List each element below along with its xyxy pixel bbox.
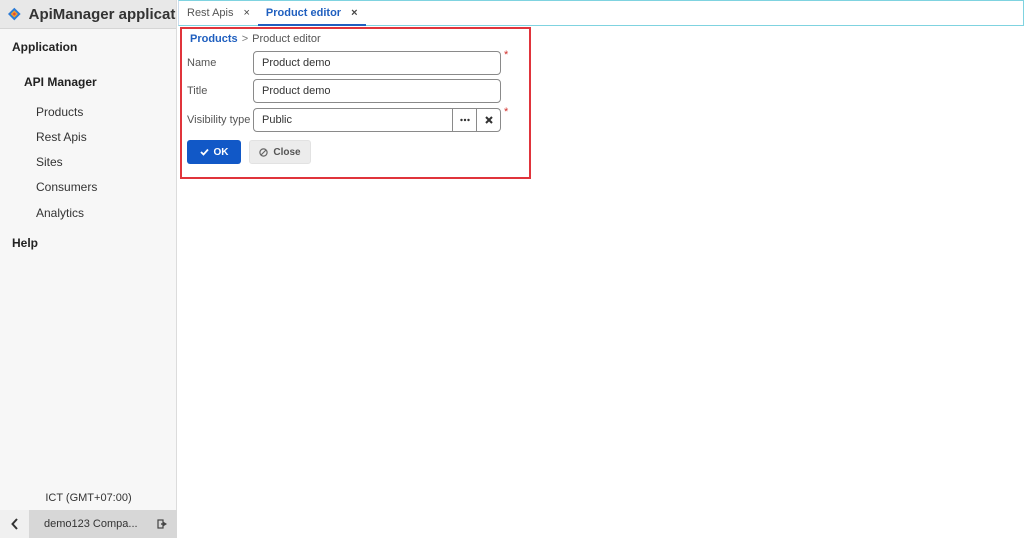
required-mark: * xyxy=(504,49,509,61)
ok-label: OK xyxy=(213,146,229,158)
visibility-type-field[interactable]: Public xyxy=(253,108,453,132)
browse-button[interactable] xyxy=(452,108,477,132)
nav-api-manager[interactable]: API Manager xyxy=(24,75,97,89)
app-header: ApiManager applicati... xyxy=(0,0,176,29)
title-label: Title xyxy=(187,85,208,97)
product-editor-form: Products>Product editor Name * Title Vis… xyxy=(180,27,531,179)
sidebar: ApiManager applicati... Application API … xyxy=(0,0,177,538)
check-icon xyxy=(199,148,209,156)
collapse-sidebar-button[interactable] xyxy=(0,510,29,538)
nav-help[interactable]: Help xyxy=(12,236,38,250)
user-name: demo123 Compa... xyxy=(44,518,138,530)
visibility-type-label: Visibility type xyxy=(187,114,251,126)
close-icon[interactable]: × xyxy=(243,7,249,19)
tab-label: Rest Apis xyxy=(187,7,234,19)
timezone-label: ICT (GMT+07:00) xyxy=(45,492,132,504)
breadcrumb-separator: > xyxy=(241,33,249,45)
name-field[interactable] xyxy=(253,51,501,75)
close-button[interactable]: Close xyxy=(249,140,311,164)
ban-icon xyxy=(259,147,269,157)
sidebar-item-consumers[interactable]: Consumers xyxy=(36,180,97,194)
breadcrumb-current: Product editor xyxy=(252,33,321,45)
sidebar-item-sites[interactable]: Sites xyxy=(36,155,63,169)
sidebar-footer: demo123 Compa... xyxy=(0,510,177,538)
tab-label: Product editor xyxy=(265,7,342,19)
close-label: Close xyxy=(273,146,301,158)
breadcrumb-products-link[interactable]: Products xyxy=(190,33,238,45)
sidebar-item-products[interactable]: Products xyxy=(36,105,83,119)
clear-icon xyxy=(484,116,493,124)
title-field[interactable] xyxy=(253,79,501,103)
tab-product-editor[interactable]: Product editor × xyxy=(257,1,366,26)
sidebar-item-analytics[interactable]: Analytics xyxy=(36,206,84,220)
chevron-left-icon xyxy=(10,518,18,530)
tab-bar: Rest Apis × Product editor × xyxy=(178,0,1024,26)
required-mark: * xyxy=(504,106,509,118)
clear-button[interactable] xyxy=(476,108,501,132)
ellipsis-icon xyxy=(459,118,470,122)
close-icon[interactable]: × xyxy=(351,7,357,19)
ok-button[interactable]: OK xyxy=(187,140,241,164)
sidebar-item-rest-apis[interactable]: Rest Apis xyxy=(36,130,87,144)
nav-application[interactable]: Application xyxy=(12,40,77,54)
name-label: Name xyxy=(187,57,217,69)
user-menu[interactable]: demo123 Compa... xyxy=(29,510,177,538)
app-title: ApiManager applicati... xyxy=(28,5,176,23)
tab-rest-apis[interactable]: Rest Apis × xyxy=(179,1,258,25)
breadcrumb: Products > Product editor xyxy=(190,33,321,45)
app-logo-icon xyxy=(8,7,21,21)
logout-icon[interactable] xyxy=(157,518,169,530)
